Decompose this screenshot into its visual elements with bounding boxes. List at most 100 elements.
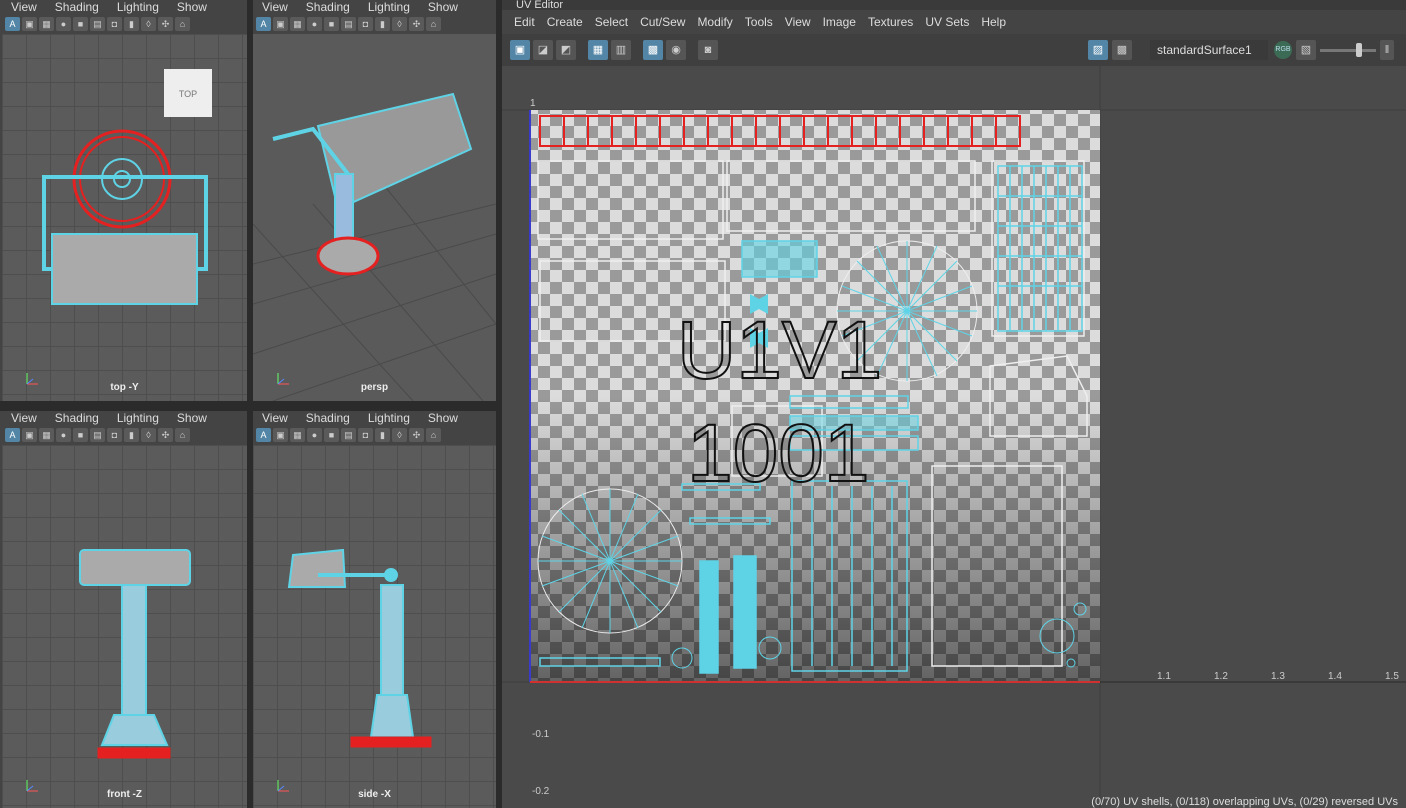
menu-lighting[interactable]: Lighting [108,411,168,425]
viewport-label: front -Z [107,789,142,800]
bookmark-icon[interactable]: ▮ [124,428,139,442]
grid-icon[interactable]: ▥ [611,40,631,60]
shading-icon[interactable]: ● [307,428,322,442]
xray-icon[interactable]: ◊ [141,428,156,442]
viewport-persp[interactable]: View Shading Lighting Show A ▣ ▦ ● ■ ▤ ◘… [253,0,496,401]
menu-lighting[interactable]: Lighting [108,0,168,14]
viewport-canvas[interactable]: TOP top -Y [2,34,247,401]
uv-face-icon[interactable]: ◪ [533,40,553,60]
camera-icon[interactable]: ■ [73,17,88,31]
exposure-slider[interactable] [1320,43,1376,57]
snap-icon[interactable]: ⌂ [426,17,441,31]
menu-show[interactable]: Show [419,411,467,425]
uv-canvas[interactable]: U1V1 1001 1 1.1 1.2 1.3 1.4 1.5 -0.1 -0.… [502,66,1406,808]
film-icon[interactable]: ▤ [90,428,105,442]
camera-icon[interactable]: ◙ [698,40,718,60]
isolate-icon[interactable]: ◘ [107,428,122,442]
menu-lighting[interactable]: Lighting [359,411,419,425]
grid-icon[interactable]: ▦ [290,428,305,442]
camera-icon[interactable]: ■ [324,17,339,31]
menu-view[interactable]: View [253,411,297,425]
menu-create[interactable]: Create [541,15,589,29]
frame-icon[interactable]: ▣ [273,17,288,31]
menu-show[interactable]: Show [419,0,467,14]
menu-view[interactable]: View [253,0,297,14]
frame-icon[interactable]: ▣ [273,428,288,442]
menu-cut-sew[interactable]: Cut/Sew [634,15,691,29]
rgb-channel-icon[interactable]: RGB [1274,41,1292,59]
viewport-front[interactable]: View Shading Lighting Show A ▣ ▦ ● ■ ▤ ◘… [2,411,247,808]
pivot-icon[interactable]: ✣ [158,17,173,31]
camera-icon[interactable]: ■ [73,428,88,442]
select-camera-icon[interactable]: A [256,428,271,442]
film-icon[interactable]: ▤ [341,428,356,442]
menu-shading[interactable]: Shading [46,0,108,14]
image-icon[interactable]: ▧ [1296,40,1316,60]
viewport-splitter-horizontal[interactable] [0,401,498,411]
checker-toggle-icon[interactable]: ▩ [1112,40,1132,60]
film-icon[interactable]: ▤ [90,17,105,31]
menu-shading[interactable]: Shading [297,411,359,425]
pause-icon[interactable]: ‖ [1380,40,1394,60]
uv-edge-icon[interactable]: ◩ [556,40,576,60]
menu-image[interactable]: Image [817,15,862,29]
viewport-canvas[interactable]: persp [253,34,496,401]
pivot-icon[interactable]: ✣ [158,428,173,442]
shader-name-field[interactable]: standardSurface1 [1150,40,1268,60]
camera-icon[interactable]: ■ [324,428,339,442]
menu-view[interactable]: View [2,411,46,425]
select-camera-icon[interactable]: A [256,17,271,31]
select-camera-icon[interactable]: A [5,428,20,442]
menu-select[interactable]: Select [589,15,634,29]
shading-icon[interactable]: ● [307,17,322,31]
viewport-canvas[interactable]: side -X [253,445,496,808]
menu-view[interactable]: View [2,0,46,14]
isolate-icon[interactable]: ◘ [358,428,373,442]
uv-shell-icon[interactable]: ▣ [510,40,530,60]
bookmark-icon[interactable]: ▮ [124,17,139,31]
image-display-icon[interactable]: ▨ [1088,40,1108,60]
menu-shading[interactable]: Shading [46,411,108,425]
grid-frame-icon[interactable]: ▦ [588,40,608,60]
menu-help[interactable]: Help [975,15,1012,29]
frame-icon[interactable]: ▣ [22,428,37,442]
pivot-icon[interactable]: ✣ [409,428,424,442]
shaded-icon[interactable]: ◉ [666,40,686,60]
grid-icon[interactable]: ▦ [39,428,54,442]
isolate-icon[interactable]: ◘ [358,17,373,31]
shading-icon[interactable]: ● [56,428,71,442]
menu-textures[interactable]: Textures [862,15,919,29]
xray-icon[interactable]: ◊ [392,17,407,31]
film-icon[interactable]: ▤ [341,17,356,31]
frame-icon[interactable]: ▣ [22,17,37,31]
shading-icon[interactable]: ● [56,17,71,31]
xray-icon[interactable]: ◊ [392,428,407,442]
slider-handle[interactable] [1356,43,1362,57]
menu-uv-sets[interactable]: UV Sets [919,15,975,29]
bookmark-icon[interactable]: ▮ [375,428,390,442]
menu-lighting[interactable]: Lighting [359,0,419,14]
viewport-side[interactable]: View Shading Lighting Show A ▣ ▦ ● ■ ▤ ◘… [253,411,496,808]
select-camera-icon[interactable]: A [5,17,20,31]
grid-icon[interactable]: ▦ [39,17,54,31]
xray-icon[interactable]: ◊ [141,17,156,31]
isolate-icon[interactable]: ◘ [107,17,122,31]
viewport-label: side -X [358,789,391,800]
menu-modify[interactable]: Modify [691,15,738,29]
snap-icon[interactable]: ⌂ [426,428,441,442]
menu-show[interactable]: Show [168,411,216,425]
bookmark-icon[interactable]: ▮ [375,17,390,31]
grid-icon[interactable]: ▦ [290,17,305,31]
menu-shading[interactable]: Shading [297,0,359,14]
menu-edit[interactable]: Edit [508,15,541,29]
menu-view[interactable]: View [779,15,817,29]
viewport-canvas[interactable]: front -Z [2,445,247,808]
menu-tools[interactable]: Tools [739,15,779,29]
pivot-icon[interactable]: ✣ [409,17,424,31]
viewport-top[interactable]: View Shading Lighting Show A ▣ ▦ ● ■ ▤ ◘… [2,0,247,401]
checker-icon[interactable]: ▩ [643,40,663,60]
uv-shell-selected[interactable] [539,115,1021,147]
menu-show[interactable]: Show [168,0,216,14]
snap-icon[interactable]: ⌂ [175,17,190,31]
snap-icon[interactable]: ⌂ [175,428,190,442]
